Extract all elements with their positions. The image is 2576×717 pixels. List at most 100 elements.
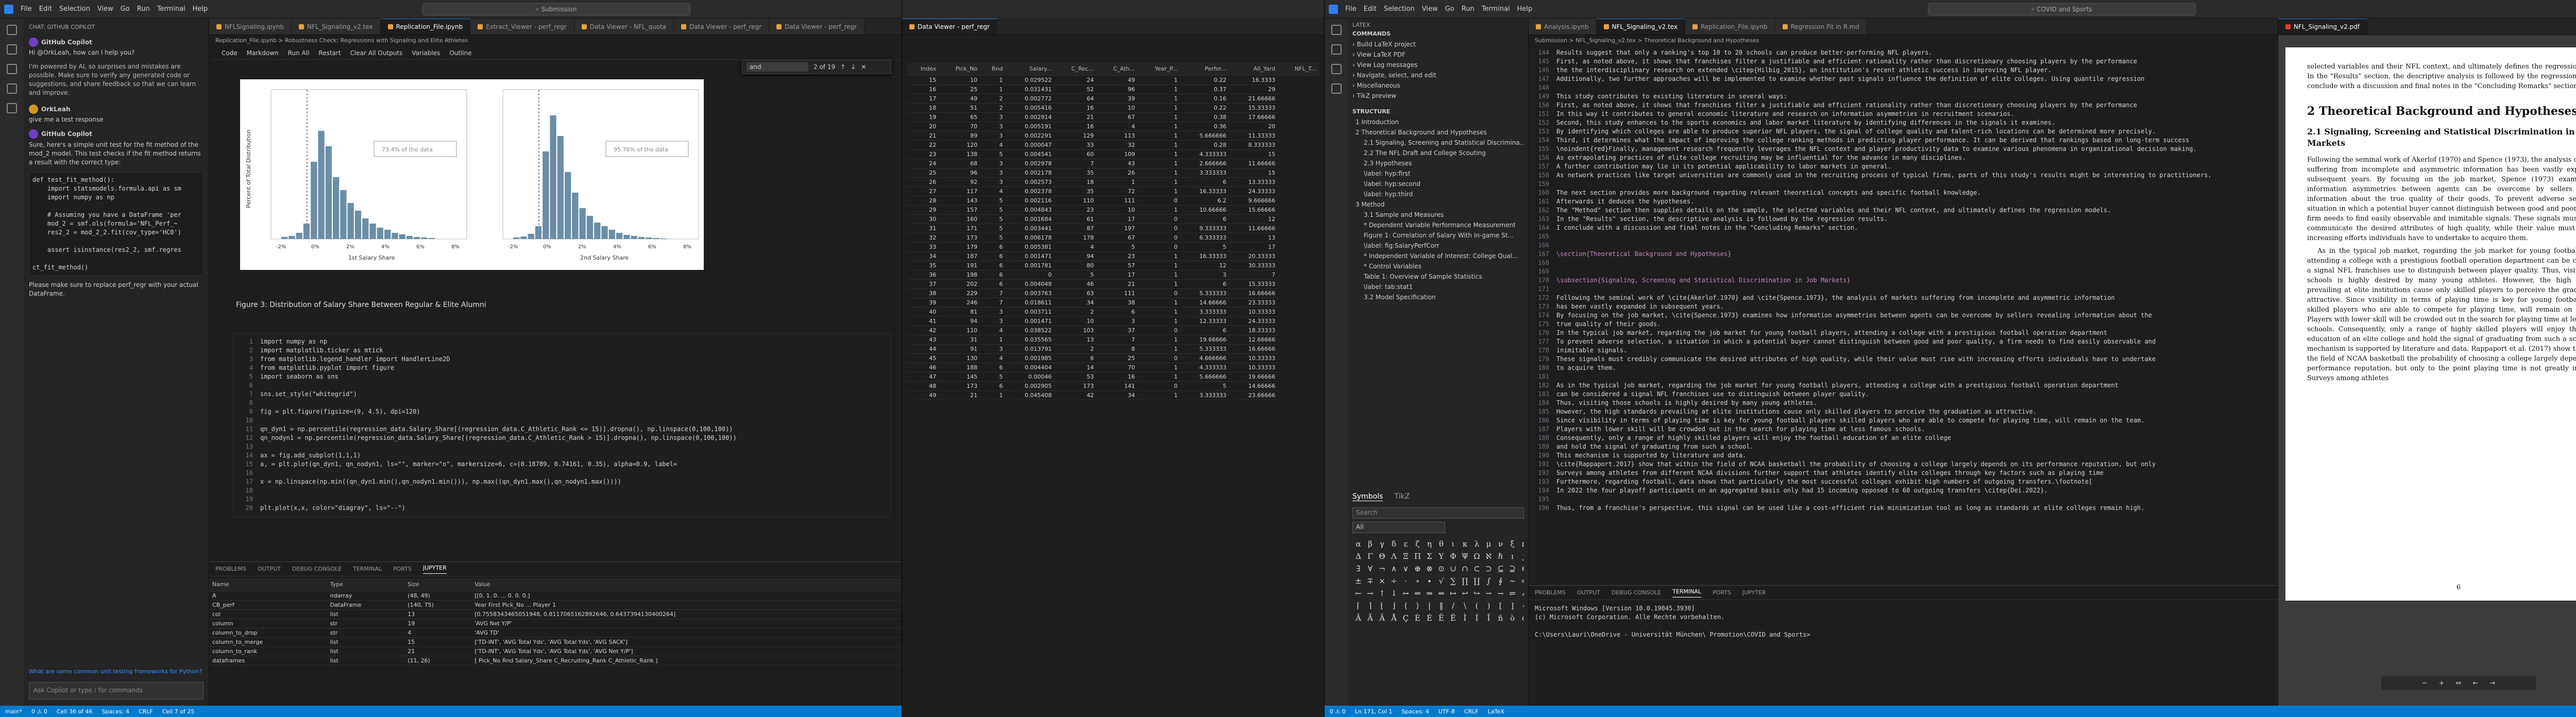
symbol-button[interactable]: Φ xyxy=(1447,552,1459,561)
symbol-button[interactable]: ↦ xyxy=(1447,589,1459,598)
command-item[interactable]: › TikZ preview xyxy=(1352,91,1524,101)
structure-item[interactable]: Figure 1: Correlation of Salary With In-… xyxy=(1352,230,1524,241)
status-item[interactable]: 0 ⚠ 0 xyxy=(31,708,47,715)
column-header[interactable]: Type xyxy=(327,578,405,591)
tex-source[interactable]: 144 Results suggest that only a ranking's… xyxy=(1529,46,2278,513)
symbol-button[interactable]: γ xyxy=(1376,539,1388,549)
symbol-button[interactable]: ↓ xyxy=(1388,589,1400,598)
chat-suggestion[interactable]: What are some common unit testing framew… xyxy=(29,668,204,675)
column-header[interactable]: Size xyxy=(404,578,472,591)
symbol-button[interactable]: ⇌ xyxy=(1506,589,1518,598)
command-item[interactable]: › Build LaTeX project xyxy=(1352,39,1524,49)
chat-code-block[interactable]: def test_fit_method(): import statsmodel… xyxy=(29,172,204,276)
symbol-button[interactable]: { xyxy=(1518,601,1524,610)
table-row[interactable]: 21 89 3 0.002291 129 113 1 5.666666 11.33333 xyxy=(907,131,1319,141)
column-header[interactable]: Rnd xyxy=(980,63,1006,76)
symbol-button[interactable]: ∘ xyxy=(1412,576,1423,586)
symbol-button[interactable]: ⇔ xyxy=(1435,589,1447,598)
symbol-button[interactable]: Δ xyxy=(1352,552,1364,561)
table-row[interactable]: 18 51 2 0.005416 16 10 1 0.22 15.33333 xyxy=(907,103,1319,113)
symbol-button[interactable]: ⇐ xyxy=(1412,589,1423,598)
column-header[interactable]: Year_P... xyxy=(1138,63,1181,76)
symbol-button[interactable]: Ω xyxy=(1471,552,1483,561)
column-header[interactable]: C_Rec... xyxy=(1055,63,1097,76)
symbol-button[interactable]: ¬ xyxy=(1376,564,1388,573)
menu-terminal[interactable]: Terminal xyxy=(157,5,185,13)
symbol-button[interactable]: ∀ xyxy=(1364,564,1376,573)
symbol-button[interactable]: ⊆ xyxy=(1495,564,1506,573)
symbol-button[interactable]: ξ xyxy=(1506,539,1518,549)
symbol-button[interactable]: ℏ xyxy=(1495,552,1506,561)
symbol-button[interactable]: ı xyxy=(1506,552,1518,561)
structure-item[interactable]: * Independent Variable of Interest: Coll… xyxy=(1352,251,1524,261)
editor-tab[interactable]: Data Viewer - perf_regr xyxy=(769,19,865,35)
menu-help[interactable]: Help xyxy=(193,5,208,13)
symbol-button[interactable]: Υ xyxy=(1435,552,1447,561)
command-item[interactable]: › Navigate, select, and edit xyxy=(1352,70,1524,80)
symbol-button[interactable]: ⇒ xyxy=(1423,589,1435,598)
table-row[interactable]: 47 145 5 0.00046 53 16 1 5.666666 19.66666 xyxy=(907,372,1319,382)
symbol-button[interactable]: Ë xyxy=(1447,613,1459,623)
table-row[interactable]: 23 138 5 0.004541 60 109 1 4.333333 15 xyxy=(907,149,1319,159)
tab-data-viewer[interactable]: Data Viewer - perf_regr xyxy=(902,19,997,35)
symbol-button[interactable]: ↑ xyxy=(1376,589,1388,598)
symbol-button[interactable]: √ xyxy=(1435,576,1447,586)
table-row[interactable]: 35 191 6 0.001781 80 57 1 12 30.33333 xyxy=(907,261,1319,270)
command-item[interactable]: › View Log messages xyxy=(1352,60,1524,70)
zoom-out-icon[interactable]: − xyxy=(2422,679,2428,687)
symbol-button[interactable]: Î xyxy=(1483,613,1495,623)
symbol-button[interactable]: Ξ xyxy=(1400,552,1412,561)
structure-item[interactable]: \label: hyp:first xyxy=(1352,168,1524,179)
status-item[interactable]: Ln 171, Col 1 xyxy=(1355,708,1393,715)
editor-tab[interactable]: Data Viewer - perf_regr xyxy=(674,19,770,35)
extensions-icon[interactable] xyxy=(7,103,17,113)
symbol-button[interactable]: ∧ xyxy=(1388,564,1400,573)
column-header[interactable]: Value xyxy=(471,578,902,591)
symbol-button[interactable]: ζ xyxy=(1412,539,1423,549)
symbol-button[interactable]: \ xyxy=(1459,601,1471,610)
table-row[interactable]: 30 160 5 0.001684 61 17 0 6 12 xyxy=(907,214,1319,224)
symbol-button[interactable]: ∠ xyxy=(1518,589,1524,598)
symbol-button[interactable]: μ xyxy=(1483,539,1495,549)
arrow-down-icon[interactable]: ↓ xyxy=(851,63,856,71)
editor-tab[interactable]: Replication_File.ipynb xyxy=(1685,19,1775,35)
column-header[interactable]: C_Ath... xyxy=(1097,63,1139,76)
symbol-grid[interactable]: αβγδεζηθικλμνξπρστυφχψωΔΓΘΛΞΠΣΥΦΨΩℵℏıȷℓ℘… xyxy=(1352,539,1524,626)
table-row[interactable]: 45 130 4 0.001985 6 25 0 4.666666 10.33333 xyxy=(907,353,1319,363)
structure-item[interactable]: 3.2 Model Specification xyxy=(1352,292,1524,302)
structure-item[interactable]: * Dependent Variable Performance Measure… xyxy=(1352,220,1524,230)
symbol-button[interactable]: ∩ xyxy=(1459,564,1471,573)
menu-view[interactable]: View xyxy=(1422,5,1438,13)
editor-tab[interactable]: NFLSignaling.ipynb xyxy=(209,19,292,35)
symbol-button[interactable]: ȷ xyxy=(1518,552,1524,561)
symbol-button[interactable]: ↔ xyxy=(1400,589,1412,598)
table-row[interactable]: 49 21 1 0.045408 42 34 1 3.333333 23.66666 xyxy=(907,390,1319,400)
symbol-button[interactable]: ⌈ xyxy=(1352,601,1364,610)
menu-go[interactable]: Go xyxy=(121,5,130,13)
symbol-button[interactable]: ÷ xyxy=(1388,576,1400,586)
table-row[interactable]: 42 110 4 0.038522 103 37 0 6 18.33333 xyxy=(907,326,1319,335)
structure-item[interactable]: 1 Introduction xyxy=(1352,117,1524,127)
symbol-button[interactable]: ∙ xyxy=(1423,576,1435,586)
table-row[interactable]: 33 179 6 0.005381 4 5 0 5 17 xyxy=(907,242,1319,252)
menu-go[interactable]: Go xyxy=(1445,5,1454,13)
symbol-button[interactable]: · xyxy=(1400,576,1412,586)
toolbar-clear-all-outputs[interactable]: Clear All Outputs xyxy=(350,49,403,57)
symbol-button[interactable]: η xyxy=(1423,539,1435,549)
symbol-button[interactable]: ⟩ xyxy=(1412,601,1423,610)
symbol-button[interactable]: Ç xyxy=(1400,613,1412,623)
table-row[interactable]: CB_perf DataFrame (140, 75) Year First Pick… xyxy=(209,600,902,610)
status-item[interactable]: Cell 7 of 25 xyxy=(162,708,195,715)
panel-tab-terminal[interactable]: TERMINAL xyxy=(353,566,382,572)
symbol-button[interactable]: ∨ xyxy=(1400,564,1412,573)
find-widget[interactable]: and 2 of 19 ↑ ↓ ✕ xyxy=(742,60,891,74)
find-input[interactable]: and xyxy=(747,62,808,72)
status-item[interactable]: 0 ⚠ 0 xyxy=(1330,708,1346,715)
toolbar-variables[interactable]: Variables xyxy=(412,49,440,57)
explorer-icon[interactable] xyxy=(1331,25,1342,35)
table-row[interactable]: 25 96 3 0.002178 35 26 1 3.333333 15 xyxy=(907,168,1319,178)
menu-file[interactable]: File xyxy=(21,5,32,13)
menu-run[interactable]: Run xyxy=(137,5,150,13)
structure-item[interactable]: \label: hyp:second xyxy=(1352,179,1524,189)
menu-edit[interactable]: Edit xyxy=(39,5,52,13)
